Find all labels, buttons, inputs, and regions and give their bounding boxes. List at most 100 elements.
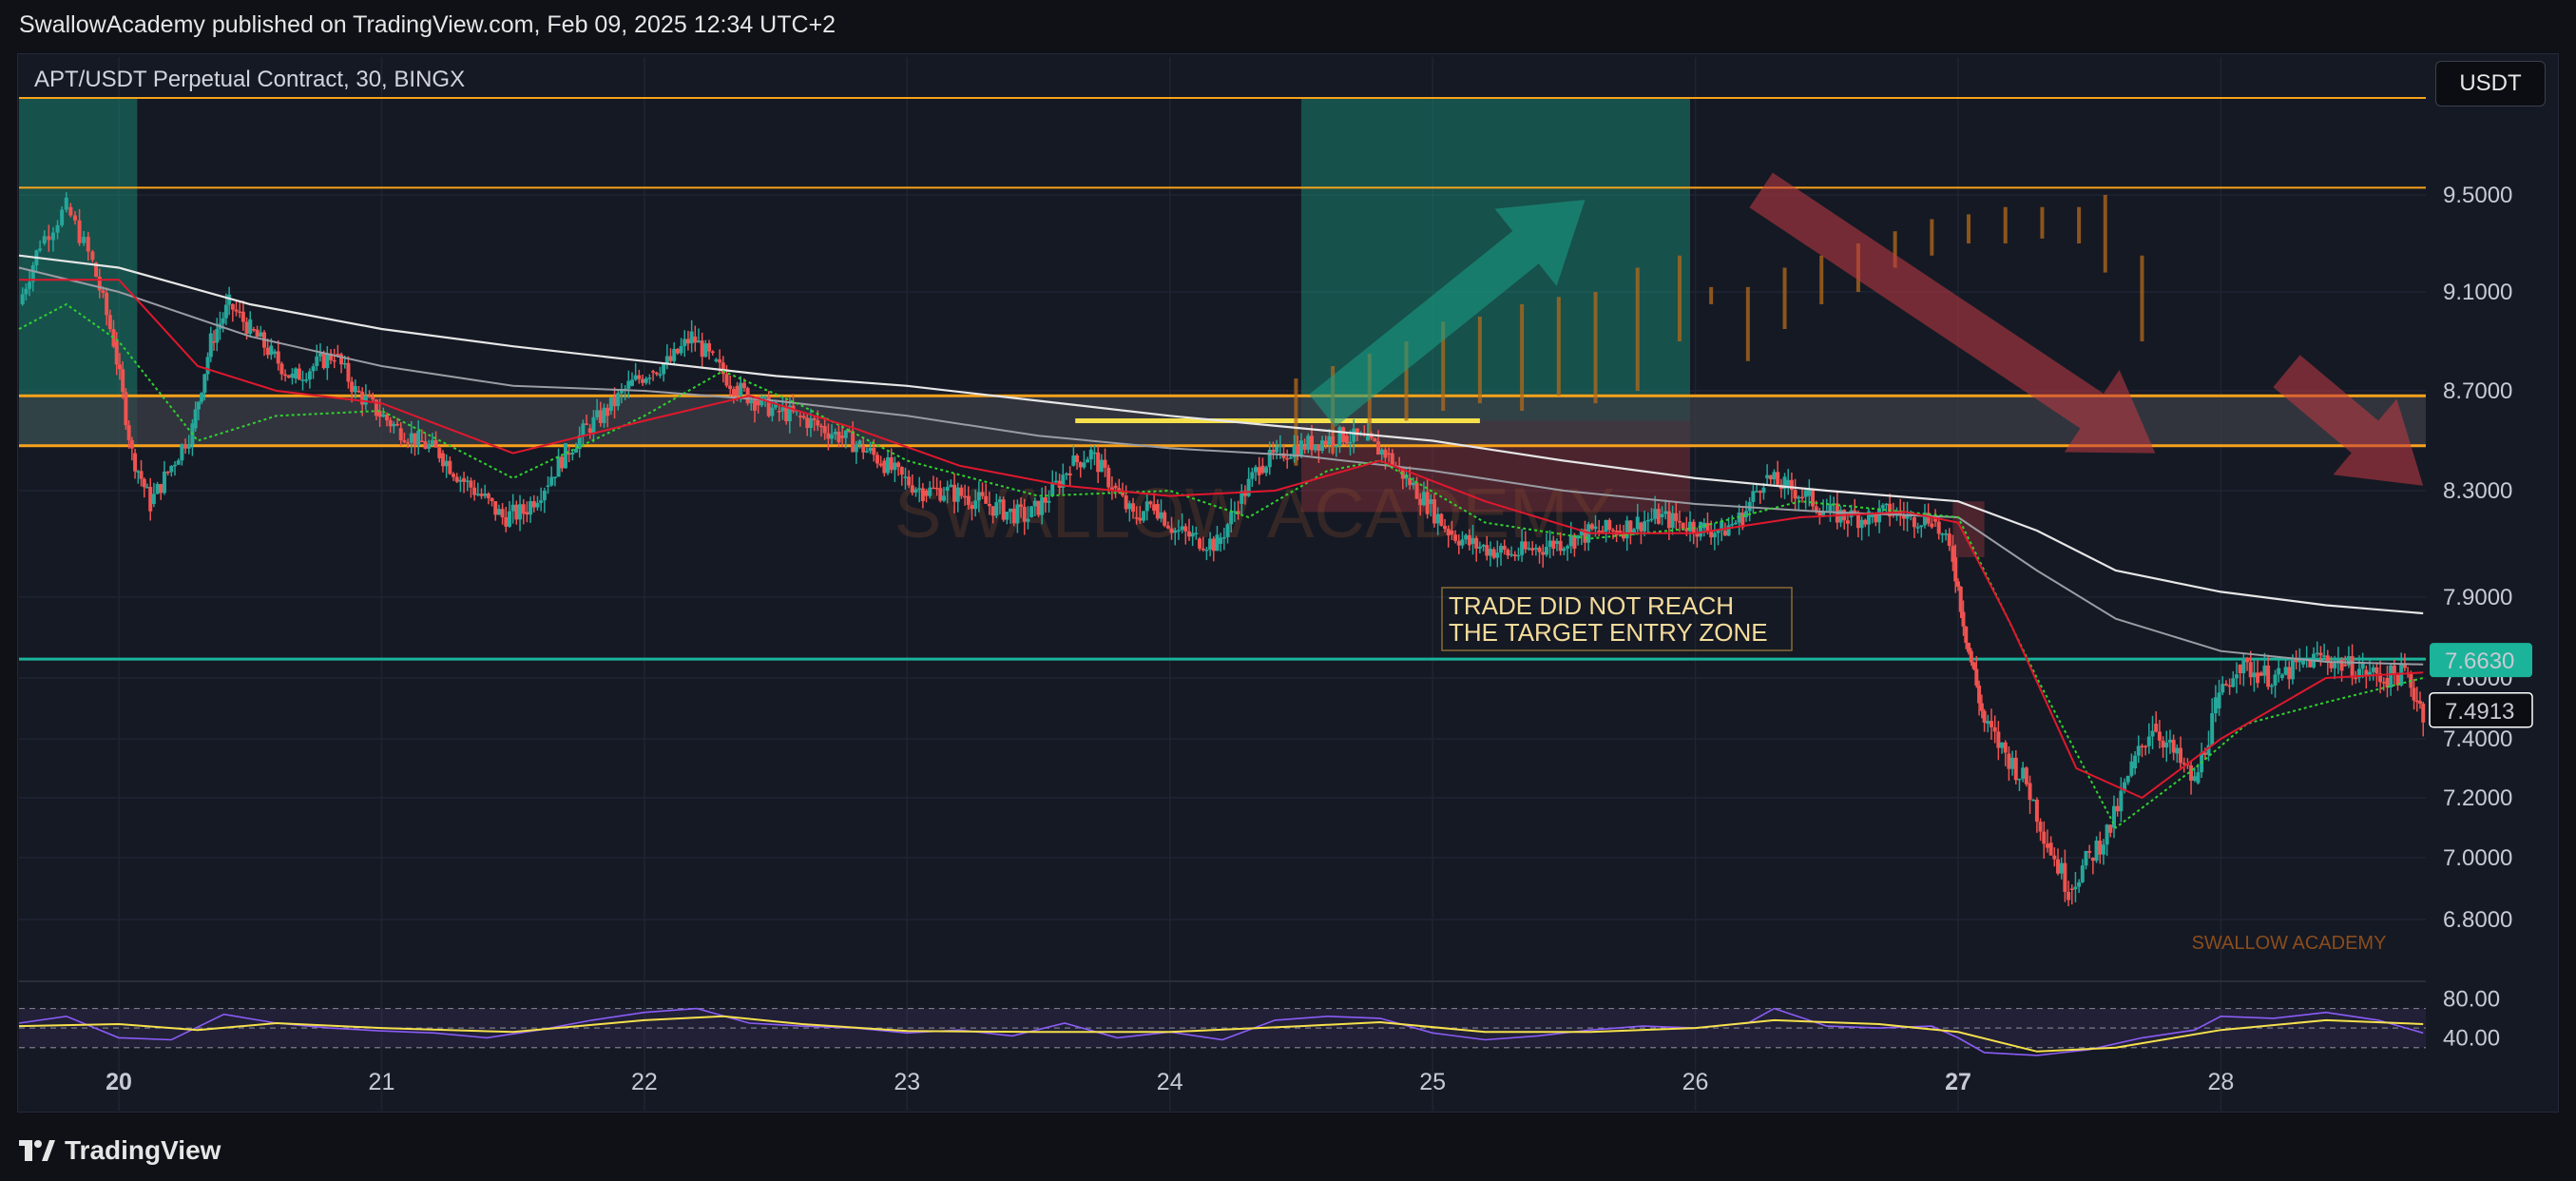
candle-body [1477,547,1482,549]
last-close-label: 7.4913 [2445,699,2514,725]
candle-body [444,460,449,467]
candle-body [1716,531,1721,533]
candle-body [2031,799,2036,802]
candle-body [1541,552,1546,555]
candle-body [1446,529,1451,536]
candle-body [878,463,883,466]
candle-body [1022,506,1027,522]
candle-body [647,378,652,379]
candle-body [2098,841,2103,855]
candle-body [1912,517,1916,528]
candle-body [2171,739,2176,753]
candle-body [200,393,204,402]
candle-body [2368,671,2373,675]
candle-body [1096,452,1101,473]
candle-body [1088,449,1093,460]
candle-body [1793,490,1797,499]
candle-body [560,456,565,469]
candle-body [1064,473,1068,475]
candle-body [1169,528,1174,533]
candle-body [718,358,722,363]
candle-body [899,467,904,475]
candle-body [731,389,736,397]
candle-body [475,494,480,495]
candle-body [896,462,901,468]
candle-body [139,471,144,479]
candle-body [1163,512,1167,526]
candle-body [350,381,355,393]
candle-body [1776,472,1780,485]
price-axis: 9.50009.10008.70008.30007.90007.60007.40… [2429,183,2533,1051]
candle-body [1334,445,1338,448]
candle-body [521,504,526,514]
candle-body [626,380,631,389]
candle-body [356,391,361,393]
candle-body [2105,824,2109,845]
candle-body [483,494,488,496]
candle-body [430,439,434,445]
candle-body [2157,731,2162,741]
candle-body [24,288,29,295]
candle-body [283,374,288,377]
candle-body [585,423,589,425]
candle-body [117,364,122,370]
candle-body [101,290,106,293]
candle-body [346,362,351,382]
candle-body [1772,472,1777,480]
candle-body [2273,674,2278,686]
candle-body [938,488,943,501]
candle-body [1320,440,1325,452]
candle-body [2024,767,2028,784]
tradingview-logo[interactable]: TradingView [19,1135,221,1166]
candle-body [830,434,835,439]
candle-body [500,509,505,518]
candle-body [1019,504,1024,507]
candle-body [1005,512,1009,520]
price-tick-label: 8.7000 [2443,378,2512,404]
candle-body [1086,459,1090,463]
candle-body [186,444,191,449]
candle-body [82,237,87,243]
candle-body [662,364,666,375]
candle-body [2115,805,2120,812]
candle-body [556,456,561,477]
date-tick-label: 26 [1682,1069,1709,1095]
candle-body [1589,524,1594,530]
tradingview-brand: TradingView [65,1135,221,1165]
candle-body [1106,467,1111,488]
candle-body [1979,703,1984,711]
candle-body [770,407,775,416]
candle-body [1435,513,1440,524]
candle-body [2045,843,2049,848]
candle-body [1152,504,1157,512]
candle-body [843,430,848,438]
currency-button[interactable]: USDT [2435,61,2546,106]
candle-body [2010,757,2015,769]
candle-body [162,471,166,494]
candle-body [2087,850,2092,853]
rsi-tick-label: 80.00 [2443,986,2500,1012]
candle-body [851,431,855,453]
candle-body [531,501,536,508]
candle-body [1537,548,1542,552]
candle-body [741,382,746,389]
candle-body [1298,440,1303,457]
candle-body [984,495,989,504]
candle-body [47,236,51,241]
candle-body [840,436,845,438]
candle-body [55,224,60,233]
candle-body [286,375,291,378]
candle-body [1520,541,1525,555]
candle-body [2301,660,2306,665]
candle-body [1755,491,1759,493]
candle-body [1071,455,1076,466]
candle-body [114,341,119,365]
candle-body [1512,554,1517,557]
chart-canvas[interactable]: SWALLOW ACADEMY 9.5000 9.1000 8.7000 8.3000… [0,0,2576,1181]
candle-body [990,506,995,516]
candle-body [265,347,270,356]
candle-body [1198,538,1202,549]
candle-body [1506,550,1510,556]
candle-body [68,206,73,216]
candle-body [563,443,567,469]
